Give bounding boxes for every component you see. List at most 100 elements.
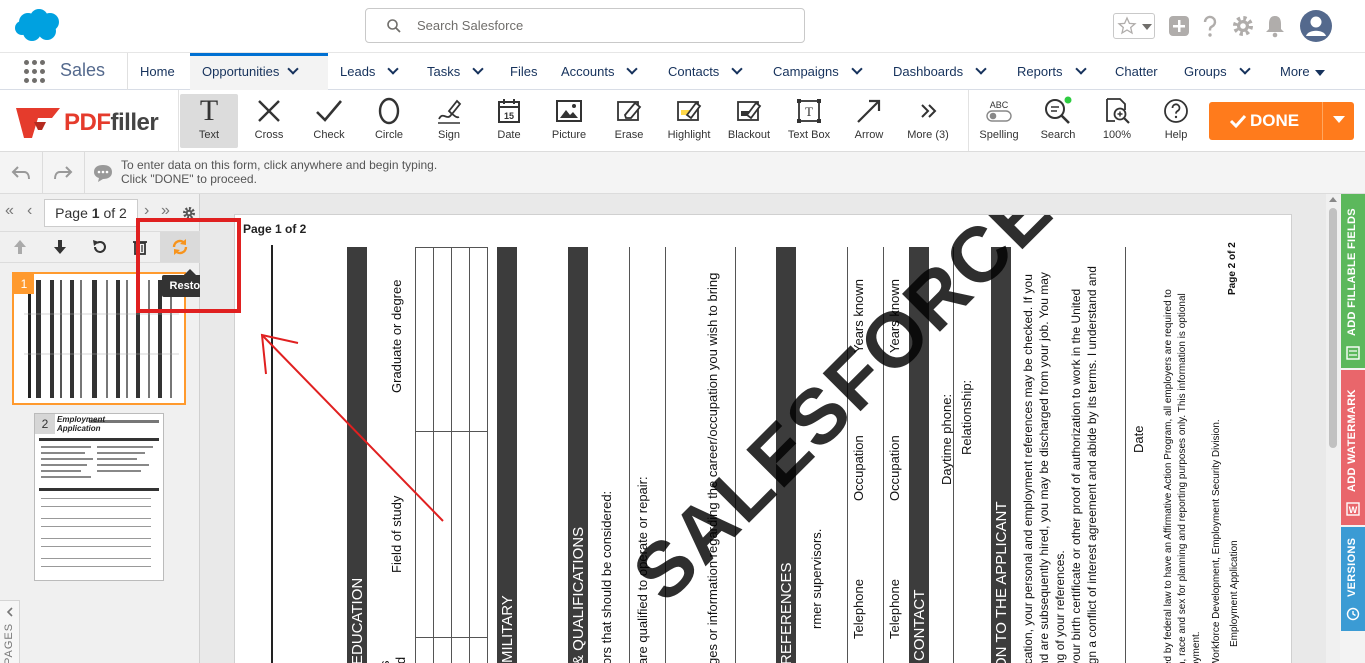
done-button[interactable]: DONE [1209,102,1354,140]
date-label: Date [1131,425,1146,453]
search-tool[interactable]: Search [1029,94,1087,148]
picture-icon [556,100,582,122]
star-icon [1117,16,1137,35]
text-tool[interactable]: T Text [180,94,238,148]
nav-groups[interactable]: Groups [1184,53,1251,90]
global-actions-icon[interactable] [1168,15,1190,37]
scroll-up-icon[interactable] [1329,197,1337,202]
supervisors-label: rmer supervisors. [809,528,824,629]
document-viewer[interactable]: Page 1 of 2 EDUCATION s ted Graduate or … [200,194,1326,663]
nav-campaigns[interactable]: Campaigns [773,53,863,90]
arrow-tool[interactable]: Arrow [840,94,898,148]
grid-line [415,247,487,248]
nav-contacts[interactable]: Contacts [668,53,743,90]
nav-chatter[interactable]: Chatter [1115,53,1158,90]
editor-toolbar: PDFfiller T Text Cross Check Circle Sign… [0,90,1365,152]
nav-more[interactable]: More [1280,53,1325,90]
check-tool[interactable]: Check [300,94,358,148]
done-dropdown-icon[interactable] [1333,116,1345,123]
favorites-button[interactable] [1113,13,1155,39]
global-search[interactable]: Search Salesforce [365,8,805,43]
page-thumbnail-2[interactable]: 2 Employment Application [34,413,164,581]
user-avatar-icon[interactable] [1299,9,1333,43]
form-border [271,245,273,663]
chevron-down-icon[interactable] [472,63,484,75]
page-indicator[interactable]: Page 1 of 2 [44,199,138,227]
sign-tool-label: Sign [437,129,461,141]
text-box-icon: T [797,99,821,123]
blackout-tool[interactable]: Blackout [720,94,778,148]
prev-page-icon[interactable]: ‹ [27,202,32,220]
search-placeholder: Search Salesforce [417,18,524,33]
document-page-1[interactable]: Page 1 of 2 EDUCATION s ted Graduate or … [234,214,1292,663]
zoom-tool[interactable]: 100% [1088,94,1146,148]
restore-refresh-icon [172,239,188,255]
logo-pdf-text: PDF [64,109,111,136]
add-fillable-fields-tab[interactable]: ADD FILLABLE FIELDS [1341,194,1365,368]
nav-reports[interactable]: Reports [1017,53,1087,90]
page-thumbnail-1[interactable]: 1 [12,272,186,405]
logo-filler-text: filler [110,109,159,136]
app-launcher-icon[interactable] [24,60,48,84]
move-page-up-button[interactable] [0,232,40,262]
spelling-tool-label: Spelling [979,129,1019,141]
chevron-down-icon[interactable] [626,63,639,75]
chevron-down-icon[interactable] [975,63,987,75]
nav-accounts[interactable]: Accounts [561,53,639,90]
circle-tool[interactable]: Circle [360,94,418,148]
nav-tasks[interactable]: Tasks [427,53,484,90]
footnote-line-5: Employment Application [1229,540,1240,647]
date-tool[interactable]: 15 Date [480,94,538,148]
help-icon[interactable] [1200,14,1220,38]
salesforce-logo[interactable] [14,9,62,43]
nav-dashboards[interactable]: Dashboards [893,53,987,90]
chevron-down-icon[interactable] [287,63,299,75]
highlight-tool[interactable]: Highlight [660,94,718,148]
vertical-scrollbar[interactable] [1326,194,1340,663]
zoom-icon [1106,98,1130,124]
erase-tool-label: Erase [614,129,644,141]
chevron-down-icon[interactable] [1238,63,1251,75]
chevron-down-icon[interactable] [1074,63,1087,75]
nav-opportunities[interactable]: Opportunities [190,53,328,90]
settings-gear-icon[interactable] [182,206,196,220]
last-page-icon[interactable]: » [161,202,170,220]
spelling-tool[interactable]: ABC Spelling [970,94,1028,148]
restore-page-button[interactable] [160,232,200,262]
undo-icon[interactable] [10,164,32,182]
chevron-down-icon[interactable] [387,63,400,75]
nav-contacts-label: Contacts [668,64,720,79]
setup-gear-icon[interactable] [1231,14,1255,38]
pdffiller-logo-icon [16,108,60,138]
move-page-down-button[interactable] [40,232,80,262]
cross-tool[interactable]: Cross [240,94,298,148]
pages-panel-toggle[interactable]: PAGES [0,600,20,663]
sign-tool[interactable]: Sign [420,94,478,148]
redo-icon[interactable] [52,164,74,182]
text-box-tool[interactable]: T Text Box [780,94,838,148]
hint-text: To enter data on this form, click anywhe… [121,158,437,186]
notifications-bell-icon[interactable] [1264,14,1286,38]
nav-home[interactable]: Home [140,53,175,90]
delete-page-button[interactable] [120,232,160,262]
arrow-down-icon [54,240,66,254]
rotate-page-button[interactable] [80,232,120,262]
more-tools[interactable]: More (3) [899,94,957,148]
help-tool[interactable]: Help [1147,94,1205,148]
next-page-icon[interactable]: › [144,202,149,220]
hint-divider [42,152,43,194]
versions-tab[interactable]: VERSIONS [1341,527,1365,631]
scrollbar-thumb[interactable] [1329,208,1337,448]
chevron-down-icon[interactable] [731,63,743,75]
page-number-badge: 1 [14,274,34,294]
page-label: Page 1 of 2 [243,222,307,236]
picture-tool[interactable]: Picture [540,94,598,148]
chevron-down-icon[interactable] [851,63,863,75]
add-watermark-tab[interactable]: ADD WATERMARK W [1341,370,1365,525]
erase-tool[interactable]: Erase [600,94,658,148]
chevron-left-icon [6,607,13,617]
nav-tasks-label: Tasks [427,64,461,79]
first-page-icon[interactable]: « [5,202,14,220]
nav-files[interactable]: Files [510,53,537,90]
nav-leads[interactable]: Leads [340,53,400,90]
